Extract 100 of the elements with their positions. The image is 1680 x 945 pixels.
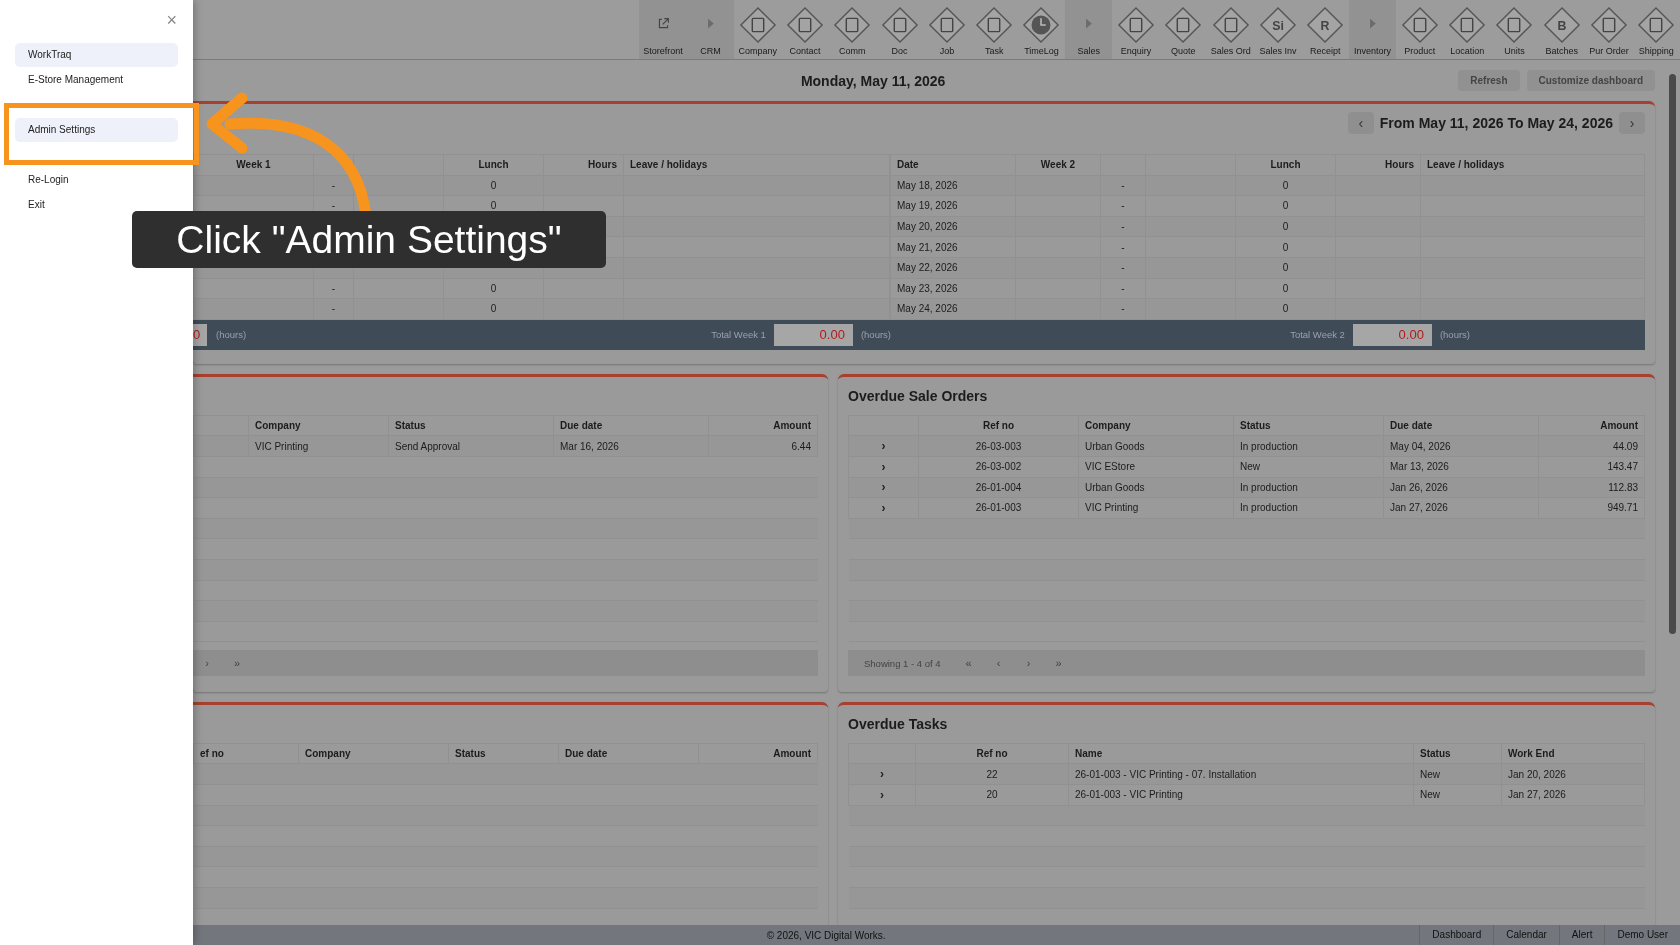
table-cell: -: [1100, 195, 1146, 217]
diamond-icon: [1590, 6, 1629, 44]
toolbar-button[interactable]: CRM: [686, 0, 735, 59]
previous-range-button[interactable]: ‹: [1347, 112, 1374, 134]
toolbar-button[interactable]: Product: [1396, 0, 1444, 59]
dashboard-action-button[interactable]: Customize dashboard: [1526, 70, 1655, 91]
expand-row-button[interactable]: ›: [877, 500, 890, 515]
footer-link[interactable]: Calendar: [1493, 925, 1559, 945]
column-header: Ref no: [918, 415, 1079, 436]
toolbar-button[interactable]: Job: [923, 0, 971, 59]
toolbar-button[interactable]: Contact: [781, 0, 829, 59]
toolbar-button[interactable]: R Receipt: [1301, 0, 1349, 59]
table-cell: Urban Goods: [1078, 477, 1234, 498]
expand-row-button[interactable]: ›: [877, 439, 890, 454]
sidebar-item[interactable]: Re-Login: [15, 168, 178, 192]
toolbar-button[interactable]: Pur Order: [1585, 0, 1633, 59]
toolbar-button[interactable]: Storefront: [639, 0, 687, 59]
pagination-button[interactable]: ›: [1014, 656, 1043, 671]
toolbar-button[interactable]: Units: [1490, 0, 1539, 59]
toolbar-button[interactable]: B Batches: [1538, 0, 1586, 59]
table-cell: 0: [1235, 216, 1336, 237]
total-hours-field[interactable]: 0.00: [1352, 323, 1432, 346]
hours-unit: (hours): [1439, 329, 1470, 341]
table-cell: -: [313, 298, 354, 320]
toolbar-button[interactable]: Company: [734, 0, 782, 59]
sidebar-item[interactable]: WorkTraq: [15, 43, 178, 67]
diamond-icon: [1211, 6, 1250, 44]
expand-row-button[interactable]: ›: [877, 480, 890, 495]
expand-row-button[interactable]: ›: [876, 787, 888, 802]
diamond-icon: R: [1306, 6, 1345, 44]
diamond-icon: Si: [1258, 6, 1297, 44]
dashboard-action-button[interactable]: Refresh: [1458, 70, 1520, 91]
table-cell: -: [1100, 175, 1146, 196]
column-header: Week 2: [1015, 154, 1101, 176]
toolbar-button[interactable]: Sales: [1065, 0, 1113, 59]
table-cell: -: [1100, 298, 1146, 320]
toolbar-button[interactable]: Enquiry: [1112, 0, 1160, 59]
footer-link[interactable]: Dashboard: [1419, 925, 1494, 945]
sidebar-item[interactable]: E-Store Management: [15, 68, 178, 92]
expand-row-button[interactable]: ›: [877, 459, 890, 474]
diamond-icon: [975, 6, 1014, 44]
column-header: Company: [298, 743, 449, 764]
toolbar-button[interactable]: Inventory: [1348, 0, 1397, 59]
pagination-button[interactable]: ‹: [984, 656, 1013, 671]
sidebar-item[interactable]: Admin Settings: [15, 118, 178, 142]
toolbar-button[interactable]: Comm: [828, 0, 876, 59]
table-cell: 6.44: [708, 435, 818, 457]
toolbar-button[interactable]: Quote: [1159, 0, 1208, 59]
close-button[interactable]: ×: [162, 10, 181, 31]
table-cell: May 24, 2026: [890, 298, 1016, 320]
table-cell: Urban Goods: [1078, 435, 1234, 457]
column-header: Name: [1068, 743, 1414, 764]
table-cell: In production: [1233, 435, 1384, 457]
diamond-icon: [927, 6, 966, 44]
diamond-icon: [880, 6, 919, 44]
pagination-button[interactable]: ›: [193, 656, 221, 671]
footer-link[interactable]: Alert: [1558, 925, 1605, 945]
external-link-icon: [656, 17, 670, 30]
toolbar-button[interactable]: Doc: [875, 0, 924, 59]
table-cell: May 23, 2026: [890, 278, 1016, 299]
pagination-button[interactable]: »: [1044, 656, 1073, 671]
table-cell: 0: [1235, 278, 1336, 299]
table-cell: 26-03-003: [918, 435, 1079, 457]
total-label: Total Week 1: [711, 329, 766, 341]
table-cell: Mar 13, 2026: [1383, 456, 1539, 478]
toolbar-button[interactable]: Task: [970, 0, 1018, 59]
clock-icon: [1022, 6, 1061, 44]
diamond-icon: [1495, 6, 1534, 44]
table-cell: 0: [443, 175, 544, 196]
diamond-icon: [833, 6, 872, 44]
toolbar-button[interactable]: Si Sales Inv: [1254, 0, 1302, 59]
diamond-icon: [1637, 6, 1676, 44]
table-cell: -: [1100, 278, 1146, 299]
total-label: Total Week 2: [1290, 329, 1345, 341]
toolbar-button[interactable]: TimeLog: [1017, 0, 1066, 59]
column-header: Amount: [708, 415, 818, 436]
diamond-icon: [1400, 6, 1439, 44]
pagination-button[interactable]: «: [954, 656, 983, 671]
total-hours-field[interactable]: 0.00: [773, 323, 853, 346]
column-header: Due date: [553, 415, 709, 436]
toolbar-button[interactable]: Shipping: [1632, 0, 1680, 59]
next-range-button[interactable]: ›: [1619, 112, 1645, 134]
panel-title: Overdue Sale Orders: [848, 386, 989, 406]
diamond-icon: [738, 6, 777, 44]
toolbar-button[interactable]: Location: [1443, 0, 1491, 59]
column-header: Status: [448, 743, 559, 764]
table-cell: 26-01-003 - VIC Printing: [1068, 784, 1414, 806]
table-cell: -: [1100, 257, 1146, 279]
expand-row-button[interactable]: ›: [876, 767, 888, 782]
table-cell: Jan 26, 2026: [1383, 477, 1539, 498]
pagination-button[interactable]: »: [223, 656, 251, 671]
column-header: Leave / holidays: [1420, 154, 1645, 176]
table-cell: May 19, 2026: [890, 195, 1016, 217]
column-header: Leave / holidays: [623, 154, 890, 176]
column-header: ef no: [193, 743, 299, 764]
table-cell: 0: [1235, 195, 1336, 217]
table-cell: 0: [443, 298, 544, 320]
toolbar-button[interactable]: Sales Ord: [1207, 0, 1255, 59]
column-header: Lunch: [443, 154, 544, 176]
footer-link[interactable]: Demo User: [1604, 925, 1680, 945]
